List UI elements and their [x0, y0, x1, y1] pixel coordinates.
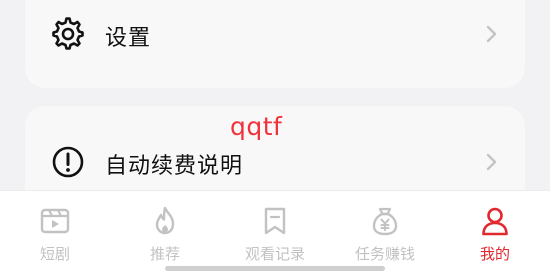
exclamation-circle-icon	[51, 145, 85, 179]
settings-row[interactable]: 设置	[25, 0, 525, 88]
tab-label: 观看记录	[244, 245, 305, 263]
chevron-right-icon	[481, 152, 501, 172]
tab-earn-tasks[interactable]: 任务赚钱	[330, 205, 440, 265]
tab-watch-history[interactable]: 观看记录	[220, 205, 330, 265]
bottom-tab-bar: 短剧 推荐 观看记录 任务赚钱 我的	[0, 190, 550, 276]
settings-label: 设置	[105, 26, 152, 51]
gear-icon	[51, 17, 85, 51]
tab-mine[interactable]: 我的	[440, 205, 550, 265]
person-icon	[479, 205, 511, 237]
home-indicator	[165, 266, 385, 271]
chevron-right-icon	[481, 24, 501, 44]
tab-label: 推荐	[149, 245, 180, 263]
watermark-text: qqtf	[230, 112, 283, 141]
tab-label: 短剧	[39, 245, 70, 263]
flame-icon	[149, 205, 181, 237]
tab-label: 我的	[479, 245, 510, 263]
auto-renew-label: 自动续费说明	[105, 154, 244, 179]
tab-label: 任务赚钱	[354, 245, 415, 263]
short-drama-icon	[39, 205, 71, 237]
bookmark-icon	[259, 205, 291, 237]
money-bag-icon	[369, 205, 401, 237]
tab-recommend[interactable]: 推荐	[110, 205, 220, 265]
tab-short-drama[interactable]: 短剧	[0, 205, 110, 265]
